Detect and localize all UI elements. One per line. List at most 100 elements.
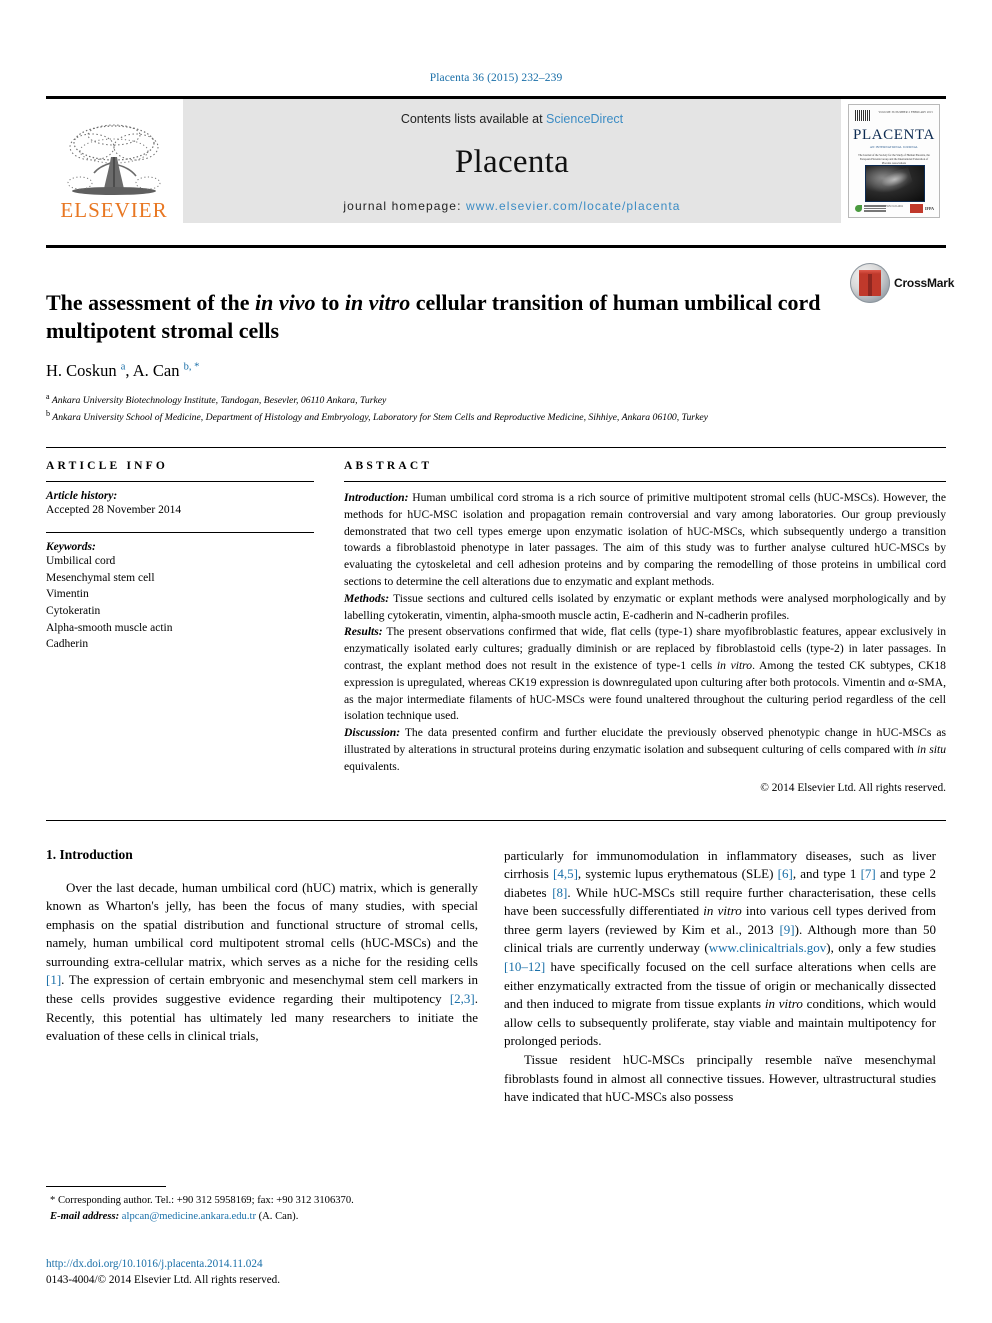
footnote-line: * Corresponding author. Tel.: +90 312 59…	[46, 1193, 478, 1209]
article-info-heading: ARTICLE INFO	[46, 460, 169, 473]
publisher-badge-icon	[909, 204, 923, 213]
homepage-url-link[interactable]: www.elsevier.com/locate/placenta	[466, 199, 681, 213]
title-italic-in-vivo: in vivo	[255, 289, 316, 315]
text-seg: Over the last decade, human umbilical co…	[46, 879, 478, 969]
citation-link-10-12[interactable]: [10–12]	[504, 959, 545, 974]
journal-banner: Contents lists available at ScienceDirec…	[182, 99, 841, 223]
title-italic-in-vitro: in vitro	[344, 289, 411, 315]
abstract-column: ABSTRACT Introduction: Human umbilical c…	[344, 460, 946, 794]
issn-copyright-line: 0143-4004/© 2014 Elsevier Ltd. All right…	[46, 1274, 281, 1287]
keyword-item: Alpha-smooth muscle actin	[46, 621, 173, 634]
abstract-methods-label: Methods:	[344, 591, 390, 605]
citation-link-4-5[interactable]: [4,5]	[553, 866, 578, 881]
citation-link-8[interactable]: [8]	[552, 885, 567, 900]
intro-paragraph-right: particularly for immunomodulation in inf…	[504, 847, 936, 1107]
cover-title: PLACENTA	[853, 127, 935, 143]
keyword-item: Cadherin	[46, 638, 89, 651]
keyword-item: Vimentin	[46, 588, 89, 601]
email-suffix: (A. Can).	[255, 1211, 299, 1223]
paragraph: Tissue resident hUC-MSCs principally res…	[504, 1051, 936, 1107]
keywords-label: Keywords:	[46, 541, 96, 554]
elsevier-tree-icon	[67, 124, 161, 195]
citation-link-9[interactable]: [9]	[779, 922, 794, 937]
cover-micrograph-image	[865, 165, 925, 202]
intro-paragraph-left: Over the last decade, human umbilical co…	[46, 879, 478, 1046]
footnote-email-line: E-mail address: alpcan@medicine.ankara.e…	[46, 1209, 478, 1225]
keyword-item: Mesenchymal stem cell	[46, 571, 155, 584]
title-seg-1: The assessment of the	[46, 289, 255, 315]
contents-line: Contents lists available at ScienceDirec…	[401, 112, 623, 126]
citation-link-2[interactable]: [2,3]	[450, 991, 475, 1006]
body-column-left: 1. Introduction Over the last decade, hu…	[46, 846, 478, 1286]
abstract-methods: Methods: Tissue sections and cultured ce…	[344, 591, 946, 625]
abstract-copyright: © 2014 Elsevier Ltd. All rights reserved…	[760, 781, 946, 794]
cover-barcode-icon	[855, 110, 871, 121]
paragraph: Over the last decade, human umbilical co…	[46, 879, 478, 1046]
divider	[344, 481, 946, 483]
page-title: The assessment of the in vivo to in vitr…	[46, 289, 836, 345]
journal-title: Placenta	[454, 144, 570, 180]
elsevier-logo: ELSEVIER	[46, 99, 182, 223]
abstract-methods-text: Tissue sections and cultured cells isola…	[344, 591, 946, 622]
abstract-heading: ABSTRACT	[344, 460, 433, 473]
article-info-column: ARTICLE INFO Article history: Accepted 2…	[46, 460, 314, 794]
citation-link-6[interactable]: [6]	[778, 866, 793, 881]
affiliations: a Ankara University Biotechnology Instit…	[46, 391, 946, 425]
abstract-discussion-text-2: equivalents.	[344, 759, 400, 773]
abstract-body: Introduction: Human umbilical cord strom…	[344, 490, 946, 776]
cover-footer-left	[855, 205, 886, 212]
doi-block: http://dx.doi.org/10.1016/j.placenta.201…	[46, 1256, 478, 1288]
contents-prefix: Contents lists available at	[400, 112, 547, 126]
journal-cover-thumbnail: VOLUME 36 NUMBER 2 FEBRUARY 2015 PLACENT…	[841, 99, 946, 223]
abstract-discussion-italic: in situ	[917, 743, 946, 756]
running-head: Placenta 36 (2015) 232–239	[429, 72, 563, 84]
article-history-value: Accepted 28 November 2014	[46, 504, 182, 517]
journal-masthead: ELSEVIER Contents lists available at Sci…	[46, 96, 946, 223]
abstract-introduction: Introduction: Human umbilical cord strom…	[344, 490, 946, 591]
doi-link[interactable]: http://dx.doi.org/10.1016/j.placenta.201…	[46, 1256, 478, 1272]
article-history-label: Article history:	[46, 490, 118, 503]
keywords-list: Umbilical cord Mesenchymal stem cell Vim…	[46, 553, 314, 652]
section-heading-introduction: 1. Introduction	[46, 846, 133, 862]
author-1: H. Coskun	[46, 361, 121, 381]
citation-link-7[interactable]: [7]	[861, 866, 876, 881]
text-seg: ), only a few studies	[826, 940, 936, 956]
italic-in-vitro-1: in vitro	[703, 903, 742, 919]
author-2-affiliation-marker[interactable]: b, *	[184, 362, 200, 373]
footnote-text: Corresponding author. Tel.: +90 312 5958…	[55, 1195, 354, 1207]
text-seg: Tissue resident hUC-MSCs principally res…	[504, 1051, 936, 1105]
corresponding-author-footnote: * Corresponding author. Tel.: +90 312 59…	[46, 1186, 478, 1224]
keyword-item: Umbilical cord	[46, 555, 116, 568]
clinicaltrials-url-link[interactable]: www.clinicaltrials.gov	[709, 940, 827, 955]
text-seg: , and type 1	[792, 866, 861, 882]
abstract-intro-label: Introduction:	[344, 491, 409, 505]
cover-footer-lines	[864, 205, 886, 212]
abstract-section: ARTICLE INFO Article history: Accepted 2…	[46, 447, 946, 794]
affiliation-a-text: Ankara University Biotechnology Institut…	[49, 395, 387, 407]
sciencedirect-link[interactable]: ScienceDirect	[546, 112, 623, 126]
cover-footer-right: IFPA	[909, 204, 934, 213]
text-seg: , systemic lupus erythematous (SLE)	[577, 866, 778, 882]
cover-badge-label: IFPA	[924, 206, 934, 211]
abstract-intro-text: Human umbilical cord stroma is a rich so…	[344, 491, 946, 589]
email-link[interactable]: alpcan@medicine.ankara.edu.tr	[119, 1211, 256, 1222]
footnote-divider	[46, 1186, 166, 1188]
text-seg: . The expression of certain embryonic an…	[46, 972, 478, 1007]
crossmark-badge[interactable]: CrossMark	[850, 260, 954, 306]
cover-volume-line: VOLUME 36 NUMBER 2 FEBRUARY 2015	[878, 111, 933, 114]
abstract-results-label: Results:	[344, 625, 383, 639]
homepage-prefix: journal homepage:	[343, 199, 466, 213]
author-list: H. Coskun a, A. Can b, *	[46, 361, 946, 381]
paragraph: particularly for immunomodulation in inf…	[504, 847, 936, 1051]
body-columns: 1. Introduction Over the last decade, hu…	[46, 819, 946, 1286]
keyword-item: Cytokeratin	[46, 605, 101, 618]
citation-link-1[interactable]: [1]	[46, 972, 61, 987]
paper-page: Placenta 36 (2015) 232–239 ELSEVIER Cont…	[0, 0, 992, 1323]
leaf-icon	[855, 205, 862, 212]
title-seg-2: to	[315, 289, 345, 315]
abstract-discussion: Discussion: The data presented confirm a…	[344, 725, 946, 775]
affiliation-b-text: Ankara University School of Medicine, De…	[50, 412, 708, 424]
title-block: CrossMark The assessment of the in vivo …	[46, 245, 954, 425]
affiliation-b: b Ankara University School of Medicine, …	[46, 408, 946, 425]
body-column-right: particularly for immunomodulation in inf…	[504, 847, 936, 1107]
